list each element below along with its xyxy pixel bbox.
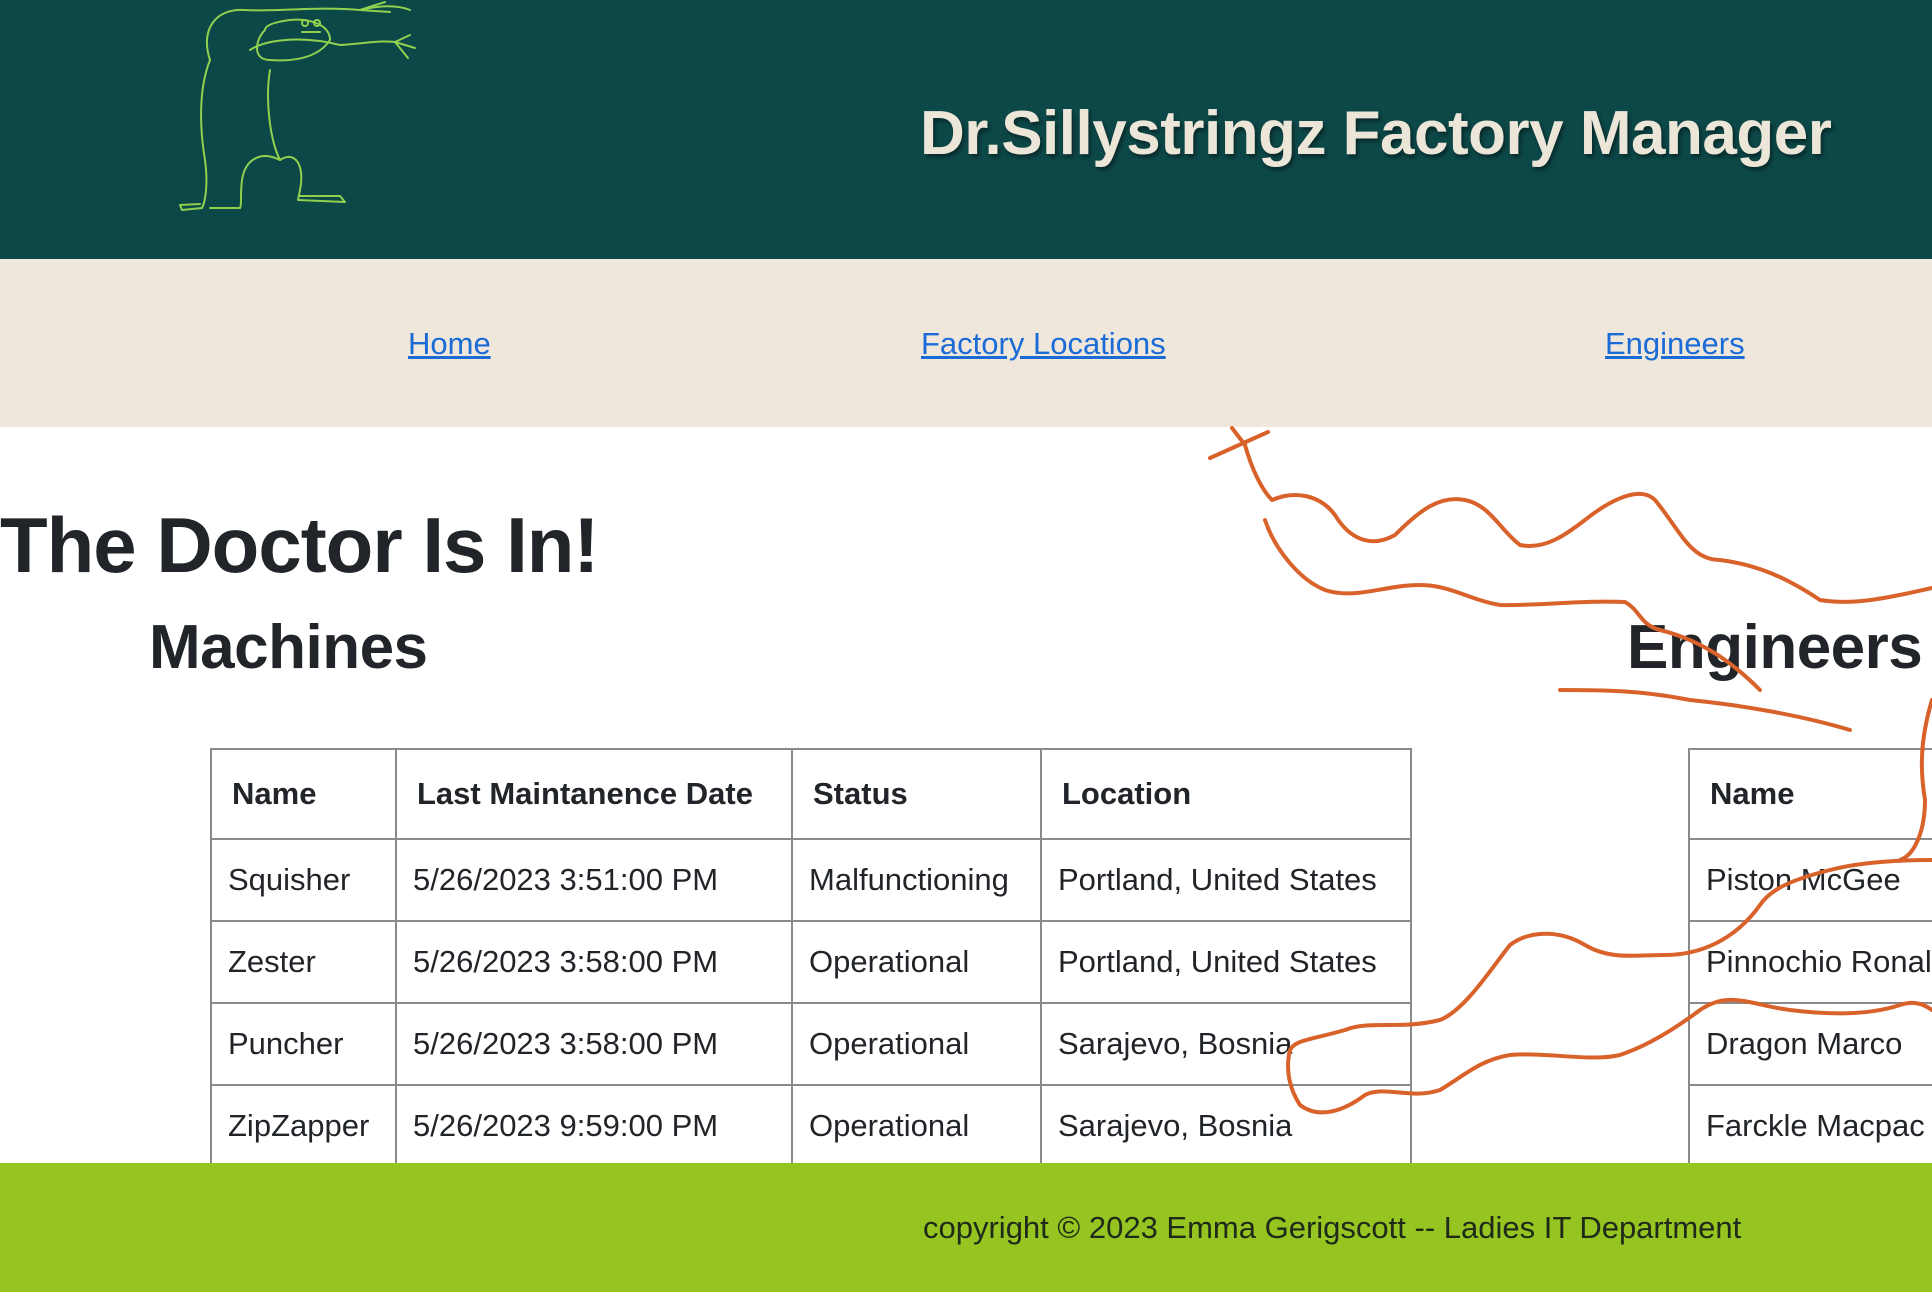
engineer-name-cell: Dragon Marco <box>1688 1002 1932 1086</box>
status-cell: Operational <box>791 920 1042 1004</box>
nav-link-engineers[interactable]: Engineers <box>1605 326 1745 362</box>
page: Dr.Sillystringz Factory Manager Home Fac… <box>0 0 1932 1292</box>
machine-name-cell: Puncher <box>210 1002 397 1086</box>
location-cell: Portland, United States <box>1040 920 1412 1004</box>
location-cell: Portland, United States <box>1040 838 1412 922</box>
table-row: Zester 5/26/2023 3:58:00 PM Operational … <box>210 920 1412 1004</box>
nav-link-home[interactable]: Home <box>408 326 491 362</box>
table-row: ZipZapper 5/26/2023 9:59:00 PM Operation… <box>210 1084 1412 1168</box>
engineer-name-cell: Piston McGee <box>1688 838 1932 922</box>
engineer-name-cell: Pinnochio Ronal <box>1688 920 1932 1004</box>
page-heading: The Doctor Is In! <box>0 501 599 589</box>
maintenance-date-cell: 5/26/2023 3:51:00 PM <box>395 838 793 922</box>
location-cell: Sarajevo, Bosnia <box>1040 1002 1412 1086</box>
maintenance-date-cell: 5/26/2023 3:58:00 PM <box>395 1002 793 1086</box>
site-header: Dr.Sillystringz Factory Manager <box>0 0 1932 259</box>
column-header-engineer-name: Name <box>1688 748 1932 840</box>
table-header-row: Name <box>1688 748 1932 840</box>
machines-heading: Machines <box>149 613 428 682</box>
nav-link-factory-locations[interactable]: Factory Locations <box>921 326 1166 362</box>
column-header-status: Status <box>791 748 1042 840</box>
machine-name-cell: Squisher <box>210 838 397 922</box>
table-row: Puncher 5/26/2023 3:58:00 PM Operational… <box>210 1002 1412 1086</box>
table-row: Dragon Marco <box>1688 1002 1932 1086</box>
status-cell: Operational <box>791 1084 1042 1168</box>
location-cell: Sarajevo, Bosnia <box>1040 1084 1412 1168</box>
machines-table: Name Last Maintanence Date Status Locati… <box>210 748 1412 1168</box>
machine-name-cell: Zester <box>210 920 397 1004</box>
table-row: Farckle Macpac <box>1688 1084 1932 1168</box>
column-header-last-maintenance-date: Last Maintanence Date <box>395 748 793 840</box>
maintenance-date-cell: 5/26/2023 9:59:00 PM <box>395 1084 793 1168</box>
maintenance-date-cell: 5/26/2023 3:58:00 PM <box>395 920 793 1004</box>
machine-name-cell: ZipZapper <box>210 1084 397 1168</box>
site-title: Dr.Sillystringz Factory Manager <box>920 99 1832 168</box>
table-header-row: Name Last Maintanence Date Status Locati… <box>210 748 1412 840</box>
site-footer: copyright © 2023 Emma Gerigscott -- Ladi… <box>0 1163 1932 1292</box>
main-nav: Home Factory Locations Engineers <box>0 259 1932 427</box>
copyright-text: copyright © 2023 Emma Gerigscott -- Ladi… <box>923 1210 1742 1245</box>
column-header-name: Name <box>210 748 397 840</box>
column-header-location: Location <box>1040 748 1412 840</box>
doodle-creature-logo-icon <box>179 1 416 211</box>
status-cell: Malfunctioning <box>791 838 1042 922</box>
engineers-heading: Engineers <box>1627 613 1923 682</box>
table-row: Piston McGee <box>1688 838 1932 922</box>
engineers-table: Name Piston McGee Pinnochio Ronal Dragon… <box>1688 748 1932 1168</box>
engineer-name-cell: Farckle Macpac <box>1688 1084 1932 1168</box>
table-row: Squisher 5/26/2023 3:51:00 PM Malfunctio… <box>210 838 1412 922</box>
table-row: Pinnochio Ronal <box>1688 920 1932 1004</box>
status-cell: Operational <box>791 1002 1042 1086</box>
